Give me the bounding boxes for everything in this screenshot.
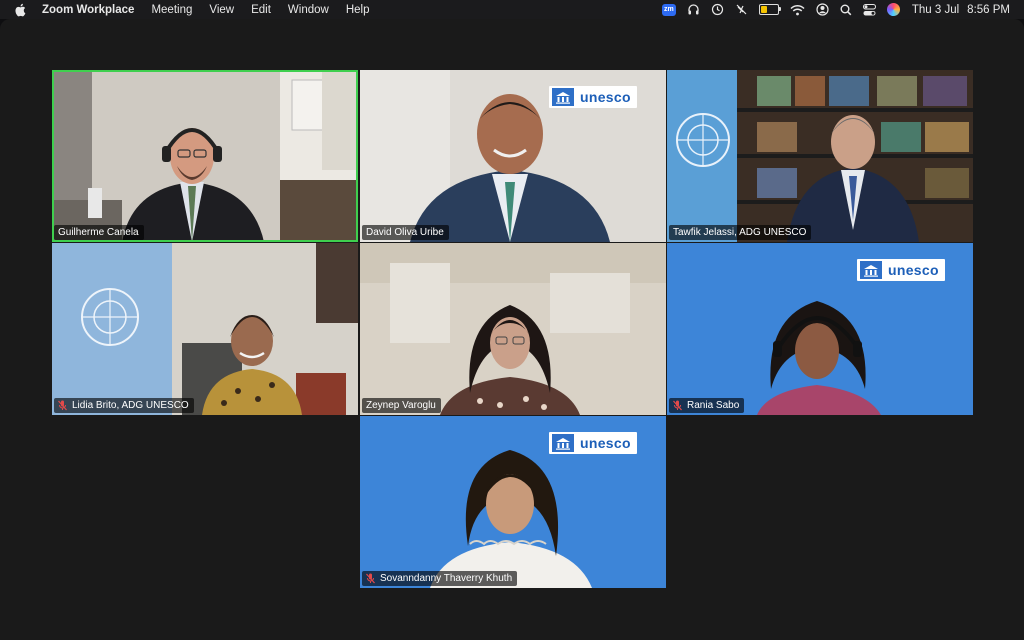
menu-edit[interactable]: Edit bbox=[251, 4, 271, 16]
menubar-date[interactable]: Thu 3 Jul bbox=[912, 4, 959, 16]
control-center-icon[interactable] bbox=[862, 3, 876, 16]
participant-name: Rania Sabo bbox=[687, 400, 740, 411]
do-not-disturb-icon[interactable] bbox=[735, 3, 748, 16]
muted-mic-icon bbox=[673, 400, 682, 411]
video-tile-rania-sabo[interactable]: unesco Rania Sabo bbox=[667, 243, 973, 415]
participant-name: Tawfik Jelassi, ADG UNESCO bbox=[673, 227, 807, 238]
participant-name-tag: Sovanndanny Thaverry Khuth bbox=[362, 571, 518, 586]
unesco-logo-text: unesco bbox=[580, 435, 631, 451]
participant-name-tag: Guilherme Canela bbox=[54, 225, 144, 240]
participant-name: Sovanndanny Thaverry Khuth bbox=[380, 573, 513, 584]
participant-name-tag: Lidia Brito, ADG UNESCO bbox=[54, 398, 194, 413]
muted-mic-icon bbox=[58, 400, 67, 411]
video-tile-sovanndanny-thaverry-khuth[interactable]: unesco Sovanndanny Thaverry Khuth bbox=[360, 416, 666, 588]
participant-name-tag: David Oliva Uribe bbox=[362, 225, 449, 240]
unesco-logo-text: unesco bbox=[580, 89, 631, 105]
video-tile-zeynep-varoglu[interactable]: Zeynep Varoglu bbox=[360, 243, 666, 415]
participant-name: David Oliva Uribe bbox=[366, 227, 444, 238]
menu-window[interactable]: Window bbox=[288, 4, 329, 16]
headphones-icon[interactable] bbox=[687, 3, 700, 16]
participant-video bbox=[52, 243, 358, 415]
menubar-time[interactable]: 8:56 PM bbox=[967, 4, 1010, 16]
zoom-icon[interactable]: zm bbox=[661, 3, 676, 16]
zoom-badge: zm bbox=[661, 3, 676, 16]
participant-name: Zeynep Varoglu bbox=[366, 400, 436, 411]
participant-name: Lidia Brito, ADG UNESCO bbox=[72, 400, 189, 411]
video-tile-tawfik-jelassi[interactable]: Tawfik Jelassi, ADG UNESCO bbox=[667, 70, 973, 242]
muted-mic-icon bbox=[366, 573, 375, 584]
unesco-logo-text: unesco bbox=[888, 262, 939, 278]
menu-meeting[interactable]: Meeting bbox=[151, 4, 192, 16]
battery-icon[interactable] bbox=[758, 4, 781, 15]
menu-help[interactable]: Help bbox=[346, 4, 370, 16]
unesco-emblem-icon bbox=[552, 434, 574, 452]
time-machine-icon[interactable] bbox=[711, 3, 724, 16]
siri-icon[interactable] bbox=[886, 3, 900, 16]
zoom-meeting-window: Guilherme Canela unesco David Oliva Urib… bbox=[0, 19, 1024, 640]
wifi-icon[interactable] bbox=[790, 4, 805, 16]
video-tile-lidia-brito[interactable]: Lidia Brito, ADG UNESCO bbox=[52, 243, 358, 415]
unesco-logo: unesco bbox=[549, 432, 637, 454]
menu-view[interactable]: View bbox=[209, 4, 234, 16]
unesco-emblem-icon bbox=[860, 261, 882, 279]
apple-icon[interactable] bbox=[14, 3, 28, 17]
video-tile-david-oliva-uribe[interactable]: unesco David Oliva Uribe bbox=[360, 70, 666, 242]
participant-name-tag: Tawfik Jelassi, ADG UNESCO bbox=[669, 225, 812, 240]
participant-name-tag: Rania Sabo bbox=[669, 398, 745, 413]
unesco-emblem-icon bbox=[552, 88, 574, 106]
participant-name: Guilherme Canela bbox=[58, 227, 139, 238]
spotlight-search-icon[interactable] bbox=[840, 4, 852, 16]
participant-video bbox=[360, 243, 666, 415]
unesco-logo: unesco bbox=[549, 86, 637, 108]
user-icon[interactable] bbox=[816, 3, 829, 16]
status-area: zm Thu 3 Jul 8:56 PM bbox=[651, 0, 1010, 19]
menu-bar: Zoom Workplace Meeting View Edit Window … bbox=[0, 0, 1024, 19]
menu-app-name[interactable]: Zoom Workplace bbox=[42, 4, 134, 16]
participant-video bbox=[667, 70, 973, 242]
participant-video bbox=[52, 70, 358, 242]
video-tile-guilherme-canela[interactable]: Guilherme Canela bbox=[52, 70, 358, 242]
participant-name-tag: Zeynep Varoglu bbox=[362, 398, 441, 413]
unesco-logo: unesco bbox=[857, 259, 945, 281]
